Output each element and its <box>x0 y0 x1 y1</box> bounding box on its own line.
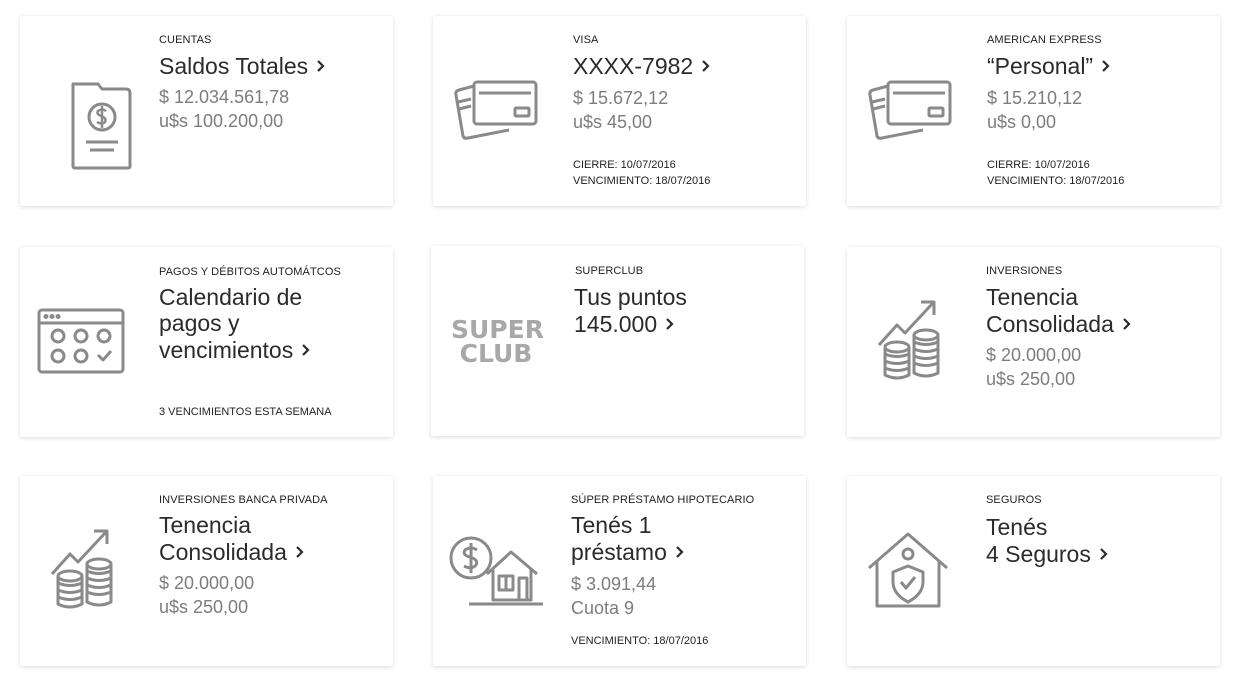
card-meta: 3 VENCIMIENTOS ESTA SEMANA <box>159 404 332 420</box>
title-text: Saldos Totales <box>159 53 309 79</box>
title-line-2: Consolidada <box>986 311 1114 337</box>
title-line-1: Tus puntos <box>574 284 687 310</box>
card-title[interactable]: Saldos Totales <box>159 52 325 79</box>
house-shield-icon <box>865 530 951 610</box>
card-category: SEGUROS <box>986 494 1042 506</box>
balance-ars: $ 15.210,12 <box>987 88 1083 108</box>
title-line-2: pagos y <box>159 310 240 336</box>
title-line-2: préstamo <box>571 539 667 565</box>
chevron-right-icon <box>1101 52 1110 78</box>
card-visa[interactable]: VISA XXXX-7982 $ 15.672,12 u$s 45,00 CIE… <box>433 16 806 206</box>
closing-date: CIERRE: 10/07/2016 <box>987 159 1090 171</box>
card-cuentas[interactable]: CUENTAS Saldos Totales $ 12.034.561,78 u… <box>20 16 393 206</box>
balance-ars: $ 20.000,00 <box>159 573 255 593</box>
chevron-right-icon <box>316 52 325 78</box>
closing-date: CIERRE: 10/07/2016 <box>573 159 676 171</box>
card-meta: CIERRE: 10/07/2016 VENCIMIENTO: 18/07/20… <box>987 157 1124 189</box>
card-meta: VENCIMIENTO: 18/07/2016 <box>571 633 708 649</box>
card-banca-privada[interactable]: INVERSIONES BANCA PRIVADA Tenencia Conso… <box>20 476 393 666</box>
due-this-week: 3 VENCIMIENTOS ESTA SEMANA <box>159 406 332 418</box>
insurance-count: 4 Seguros <box>986 541 1091 567</box>
card-category: INVERSIONES <box>986 265 1063 277</box>
card-category: INVERSIONES BANCA PRIVADA <box>159 494 328 506</box>
credit-cards-icon <box>863 78 955 142</box>
card-superclub[interactable]: SUPER CLUB SUPERCLUB Tus puntos 145.000 <box>431 246 804 436</box>
card-category: SÚPER PRÉSTAMO HIPOTECARIO <box>571 494 755 506</box>
balance-usd: u$s 250,00 <box>986 369 1076 389</box>
card-values: $ 12.034.561,78 u$s 100.200,00 <box>159 85 289 133</box>
title-line-1: Tenés <box>986 514 1048 540</box>
card-title[interactable]: “Personal” <box>987 52 1110 79</box>
balance-ars: $ 20.000,00 <box>986 345 1082 365</box>
due-date: VENCIMIENTO: 18/07/2016 <box>573 175 711 187</box>
card-amex[interactable]: AMERICAN EXPRESS “Personal” $ 15.210,12 … <box>847 16 1220 206</box>
title-text: “Personal” <box>987 53 1094 79</box>
card-category: PAGOS Y DÉBITOS AUTOMÁTCOS <box>159 266 341 278</box>
card-title[interactable]: Tenencia Consolidada <box>986 284 1131 337</box>
balance-usd: u$s 45,00 <box>573 112 653 132</box>
credit-cards-icon <box>449 78 541 142</box>
card-prestamo[interactable]: SÚPER PRÉSTAMO HIPOTECARIO Tenés 1 prést… <box>433 476 806 666</box>
chevron-right-icon <box>675 538 684 564</box>
card-values: $ 20.000,00 u$s 250,00 <box>986 343 1081 391</box>
card-category: AMERICAN EXPRESS <box>987 34 1102 46</box>
card-seguros[interactable]: SEGUROS Tenés 4 Seguros <box>847 476 1220 666</box>
title-line-1: Calendario de <box>159 284 303 310</box>
card-title[interactable]: Calendario de pagos y vencimientos <box>159 284 310 363</box>
title-line-1: Tenencia <box>159 512 252 538</box>
house-loan-icon <box>447 534 543 608</box>
card-title[interactable]: Tenencia Consolidada <box>159 512 304 565</box>
card-category: SUPERCLUB <box>575 265 644 277</box>
card-category: VISA <box>573 34 599 46</box>
card-inversiones[interactable]: INVERSIONES Tenencia Consolidada $ 20.00… <box>847 247 1220 437</box>
installment: Cuota 9 <box>571 598 635 618</box>
chevron-right-icon <box>665 310 674 336</box>
coins-growth-icon <box>875 297 945 381</box>
balance-usd: u$s 100.200,00 <box>159 111 284 131</box>
card-values: $ 15.672,12 u$s 45,00 <box>573 86 668 134</box>
superclub-logo: SUPER CLUB <box>451 317 544 368</box>
card-title[interactable]: Tus puntos 145.000 <box>574 284 687 337</box>
title-line-1: Tenés 1 <box>571 512 652 538</box>
balance-usd: u$s 0,00 <box>987 112 1057 132</box>
points-value: 145.000 <box>574 311 658 337</box>
title-line-1: Tenencia <box>986 284 1079 310</box>
card-values: $ 3.091,44 Cuota 9 <box>571 572 656 620</box>
card-title[interactable]: XXXX-7982 <box>573 52 710 79</box>
title-text: XXXX-7982 <box>573 53 694 79</box>
card-values: $ 20.000,00 u$s 250,00 <box>159 571 254 619</box>
title-line-2: Consolidada <box>159 539 287 565</box>
chevron-right-icon <box>295 538 304 564</box>
card-values: $ 15.210,12 u$s 0,00 <box>987 86 1082 134</box>
chevron-right-icon <box>701 52 710 78</box>
chevron-right-icon <box>1099 540 1108 566</box>
dollar-document-icon <box>68 80 134 170</box>
card-title[interactable]: Tenés 1 préstamo <box>571 512 684 565</box>
balance-usd: u$s 250,00 <box>159 597 249 617</box>
coins-growth-icon <box>48 526 118 610</box>
card-title[interactable]: Tenés 4 Seguros <box>986 514 1108 567</box>
due-date: VENCIMIENTO: 18/07/2016 <box>987 175 1125 187</box>
card-pagos[interactable]: PAGOS Y DÉBITOS AUTOMÁTCOS Calendario de… <box>20 247 393 437</box>
title-line-3: vencimientos <box>159 337 294 363</box>
loan-amount: $ 3.091,44 <box>571 574 657 594</box>
balance-ars: $ 12.034.561,78 <box>159 87 290 107</box>
calendar-icon <box>36 307 126 375</box>
due-date: VENCIMIENTO: 18/07/2016 <box>571 635 709 647</box>
balance-ars: $ 15.672,12 <box>573 88 669 108</box>
chevron-right-icon <box>1122 310 1131 336</box>
chevron-right-icon <box>301 336 310 362</box>
card-category: CUENTAS <box>159 34 212 46</box>
card-meta: CIERRE: 10/07/2016 VENCIMIENTO: 18/07/20… <box>573 157 710 189</box>
logo-line-2: CLUB <box>459 339 533 368</box>
